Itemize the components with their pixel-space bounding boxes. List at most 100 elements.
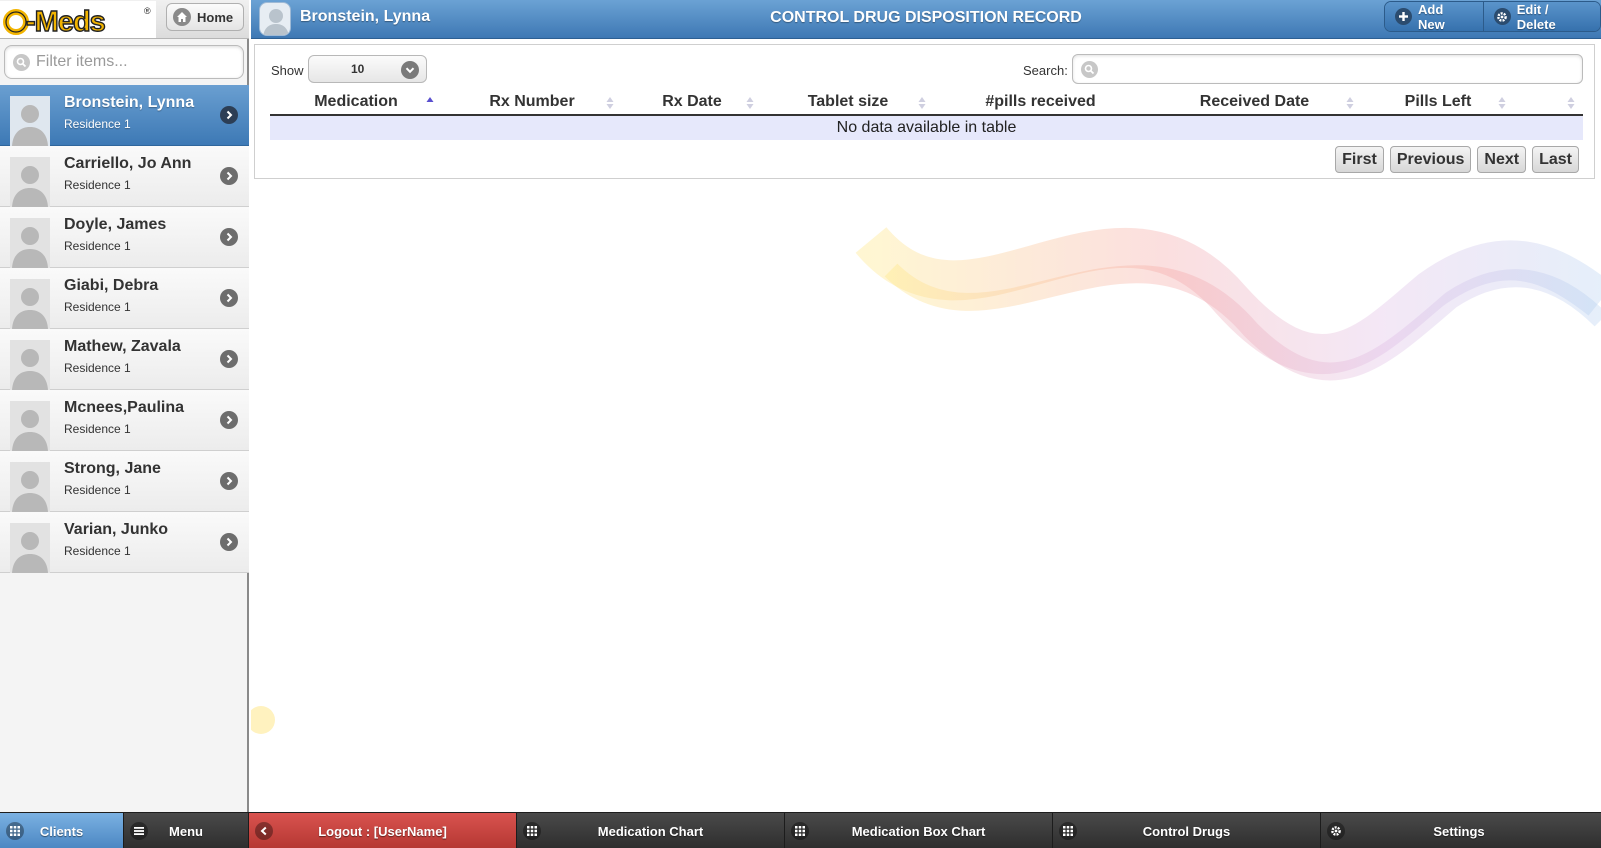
nav-medication-chart[interactable]: Medication Chart xyxy=(517,813,785,848)
gear-icon xyxy=(1327,822,1345,840)
filter-input[interactable] xyxy=(36,53,236,71)
nav-clients[interactable]: Clients xyxy=(0,813,124,848)
svg-text:-Meds: -Meds xyxy=(26,6,105,38)
avatar xyxy=(10,523,50,573)
column-header-pills-left[interactable]: Pills Left xyxy=(1362,89,1514,116)
client-name: Giabi, Debra xyxy=(64,277,159,294)
first-page-button[interactable]: First xyxy=(1335,146,1384,173)
avatar xyxy=(10,96,50,146)
column-header-rx-number[interactable]: Rx Number xyxy=(442,89,622,116)
avatar xyxy=(10,401,50,451)
chevron-right-icon xyxy=(220,533,238,551)
nav-settings-label: Settings xyxy=(1433,823,1485,839)
column-header-tablet-size[interactable]: Tablet size xyxy=(762,89,934,116)
content-area: Show 10 Search: Medication Rx Number Rx … xyxy=(251,40,1601,812)
chevron-down-icon xyxy=(401,61,419,79)
table-header-row: Medication Rx Number Rx Date Tablet size… xyxy=(270,89,1583,116)
page-length-value: 10 xyxy=(351,62,365,76)
page-length-select[interactable]: 10 xyxy=(308,55,427,83)
next-page-button[interactable]: Next xyxy=(1477,146,1527,173)
previous-page-button[interactable]: Previous xyxy=(1389,146,1472,173)
column-header-medication[interactable]: Medication xyxy=(270,89,442,116)
avatar xyxy=(10,462,50,512)
client-residence: Residence 1 xyxy=(64,178,131,192)
home-label: Home xyxy=(197,9,234,25)
client-residence: Residence 1 xyxy=(64,483,131,497)
nav-settings[interactable]: Settings xyxy=(1321,813,1597,848)
home-icon xyxy=(173,8,191,26)
column-header-pills-received[interactable]: #pills received xyxy=(934,89,1147,116)
sidebar-header: -Meds ® Home xyxy=(0,0,249,39)
chevron-right-icon xyxy=(220,106,238,124)
sort-icon xyxy=(1498,97,1506,109)
hamburger-icon xyxy=(130,822,148,840)
chevron-left-icon xyxy=(255,822,273,840)
client-list-item[interactable]: Carriello, Jo Ann Residence 1 xyxy=(0,146,249,207)
plus-icon xyxy=(1395,8,1412,25)
avatar xyxy=(10,218,50,268)
chevron-right-icon xyxy=(220,289,238,307)
client-residence: Residence 1 xyxy=(64,544,131,558)
client-list-item[interactable]: Varian, Junko Residence 1 xyxy=(0,512,249,573)
sort-icon xyxy=(918,97,926,109)
table-search-input[interactable] xyxy=(1104,61,1574,77)
sort-icon xyxy=(606,97,614,109)
edit-delete-label: Edit / Delete xyxy=(1516,1,1556,32)
last-page-button[interactable]: Last xyxy=(1532,146,1579,173)
sort-asc-icon xyxy=(426,97,434,102)
main-header: Bronstein, Lynna CONTROL DRUG DISPOSITIO… xyxy=(251,0,1601,39)
client-list-item[interactable]: Strong, Jane Residence 1 xyxy=(0,451,249,512)
client-list-item[interactable]: Mathew, Zavala Residence 1 xyxy=(0,329,249,390)
client-list-item[interactable]: Bronstein, Lynna Residence 1 xyxy=(0,85,249,146)
chevron-right-icon xyxy=(220,472,238,490)
client-name: Mathew, Zavala xyxy=(64,338,181,355)
nav-menu-label: Menu xyxy=(169,823,203,839)
grid-icon xyxy=(791,822,809,840)
nav-logout-label: Logout : [UserName] xyxy=(318,823,447,839)
nav-control-drugs[interactable]: Control Drugs xyxy=(1053,813,1321,848)
header-client-name: Bronstein, Lynna xyxy=(300,8,431,25)
sort-icon xyxy=(1567,97,1575,109)
chevron-right-icon xyxy=(220,228,238,246)
client-residence: Residence 1 xyxy=(64,361,131,375)
client-name: Bronstein, Lynna xyxy=(64,94,195,111)
table-row: No data available in table xyxy=(270,115,1583,140)
avatar xyxy=(10,340,50,390)
client-list-item[interactable]: Giabi, Debra Residence 1 xyxy=(0,268,249,329)
client-list-item[interactable]: Doyle, James Residence 1 xyxy=(0,207,249,268)
add-new-label: Add New xyxy=(1418,1,1445,32)
nav-clients-label: Clients xyxy=(39,823,84,839)
client-residence: Residence 1 xyxy=(64,239,131,253)
grid-icon xyxy=(6,822,24,840)
column-header-actions[interactable] xyxy=(1514,89,1583,116)
client-name: Mcnees,Paulina xyxy=(64,399,185,416)
client-name: Doyle, James xyxy=(64,216,167,233)
client-residence: Residence 1 xyxy=(64,300,131,314)
client-name: Strong, Jane xyxy=(64,460,161,477)
client-residence: Residence 1 xyxy=(64,117,131,131)
disposition-table-panel: Show 10 Search: Medication Rx Number Rx … xyxy=(254,44,1595,179)
sort-icon xyxy=(746,97,754,109)
chevron-right-icon xyxy=(220,411,238,429)
column-header-received-date[interactable]: Received Date xyxy=(1147,89,1362,116)
gear-icon xyxy=(1493,8,1511,25)
nav-logout[interactable]: Logout : [UserName] xyxy=(249,813,517,848)
edit-delete-button[interactable]: Edit / Delete xyxy=(1482,1,1600,32)
add-new-button[interactable]: Add New xyxy=(1385,2,1483,31)
search-icon xyxy=(13,53,30,71)
column-header-rx-date[interactable]: Rx Date xyxy=(622,89,762,116)
filter-box xyxy=(4,45,244,79)
nav-medication-box-chart[interactable]: Medication Box Chart xyxy=(785,813,1053,848)
client-list-item[interactable]: Mcnees,Paulina Residence 1 xyxy=(0,390,249,451)
client-name: Carriello, Jo Ann xyxy=(64,155,192,172)
chevron-right-icon xyxy=(220,350,238,368)
avatar xyxy=(10,157,50,207)
client-sidebar: -Meds ® Home Bronstein, Lynna Residence 1… xyxy=(0,0,249,812)
grid-icon xyxy=(523,822,541,840)
search-icon xyxy=(1081,60,1098,78)
svg-text:®: ® xyxy=(144,6,151,16)
home-button[interactable]: Home xyxy=(166,3,244,31)
nav-menu[interactable]: Menu xyxy=(124,813,249,848)
client-avatar[interactable] xyxy=(259,2,291,36)
table-search-box xyxy=(1072,54,1583,84)
